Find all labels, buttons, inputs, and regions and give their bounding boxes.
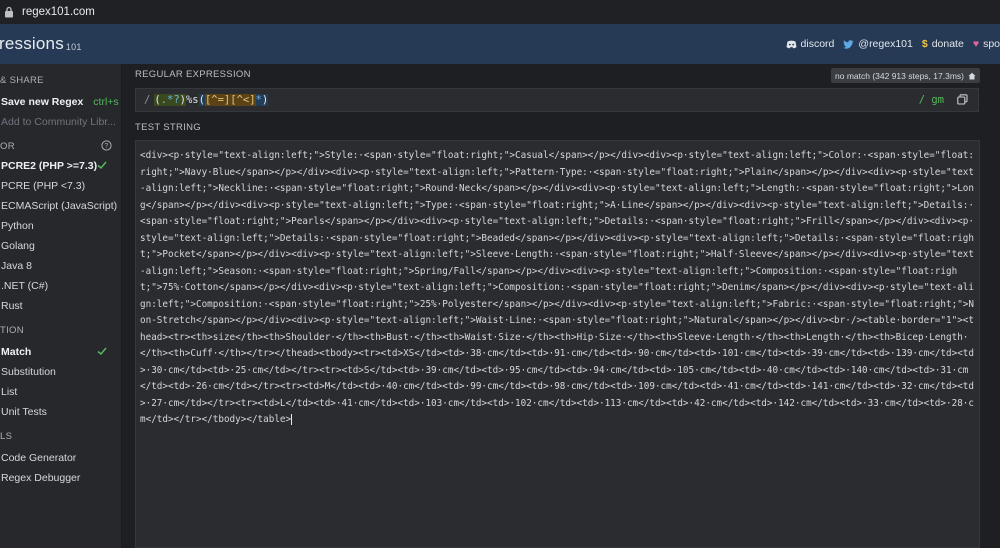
flavor-java[interactable]: Java 8	[0, 256, 121, 276]
discord-link[interactable]: discord	[786, 38, 834, 50]
regex-flags[interactable]: / gm	[919, 94, 944, 106]
flavor-golang[interactable]: Golang	[0, 236, 121, 256]
function-match[interactable]: Match	[0, 342, 121, 362]
help-icon[interactable]: ?	[101, 140, 112, 151]
home-icon[interactable]	[968, 72, 976, 80]
browser-url[interactable]: regex101.com	[22, 6, 95, 18]
flavor-pcre2[interactable]: PCRE2 (PHP >=7.3)	[0, 156, 121, 176]
check-icon	[97, 347, 107, 356]
main-panel: REGULAR EXPRESSION no match (342 913 ste…	[123, 64, 1000, 548]
sponsor-link[interactable]: ♥ spo	[973, 38, 1000, 50]
function-heading: TION	[0, 324, 24, 336]
regex-group-1: (.*?)	[154, 94, 186, 106]
regex-delimiter: /	[144, 94, 151, 106]
regex-literal: %s	[185, 94, 199, 106]
test-string-label: TEST STRING	[135, 122, 201, 133]
save-new-regex-button[interactable]: Save new Regex ctrl+s	[0, 92, 121, 112]
flavor-ecmascript[interactable]: ECMAScript (JavaScript)	[0, 196, 121, 216]
tools-heading: LS	[0, 430, 13, 442]
text-cursor	[291, 414, 293, 425]
svg-text:?: ?	[104, 143, 108, 150]
lock-icon	[5, 6, 13, 18]
sidebar: & SHARE Save new Regex ctrl+s Add to Comm…	[0, 64, 122, 548]
add-to-community-button: Add to Community Libr...	[1, 116, 116, 128]
app-header: ressions 101 discord @regex101 $ donate ♥…	[0, 24, 1000, 64]
dollar-icon: $	[921, 38, 928, 50]
flavor-rust[interactable]: Rust	[0, 296, 121, 316]
save-shortcut: ctrl+s	[93, 96, 119, 108]
check-icon	[97, 161, 107, 170]
discord-icon	[786, 40, 797, 48]
browser-url-bar[interactable]: regex101.com	[0, 0, 1000, 24]
test-string-editor[interactable]: <div><p·style="text-align:left;">Style:·…	[135, 140, 980, 548]
function-list[interactable]: List	[0, 382, 121, 402]
copy-icon[interactable]	[957, 94, 968, 105]
twitter-link[interactable]: @regex101	[843, 38, 913, 50]
header-links: discord @regex101 $ donate ♥ spo	[786, 24, 1000, 64]
function-substitution[interactable]: Substitution	[0, 362, 121, 382]
regex-input[interactable]: / (.*?) %s ([^=][^<]*) / gm	[135, 88, 979, 112]
flavor-python[interactable]: Python	[0, 216, 121, 236]
flavor-heading: OR ?	[0, 136, 121, 156]
flavor-pcre[interactable]: PCRE (PHP <7.3)	[0, 176, 121, 196]
function-unit-tests[interactable]: Unit Tests	[0, 402, 121, 422]
brand-logo[interactable]: ressions 101	[0, 34, 82, 54]
donate-link[interactable]: $ donate	[922, 38, 964, 50]
save-share-heading: & SHARE	[0, 74, 44, 86]
regex-label: REGULAR EXPRESSION	[135, 69, 251, 80]
twitter-icon	[843, 39, 854, 49]
flavor-dotnet[interactable]: .NET (C#)	[0, 276, 121, 296]
tool-code-generator[interactable]: Code Generator	[0, 448, 121, 468]
regex-group-2: ([^=][^<]*)	[198, 94, 269, 106]
match-status-badge: no match (342 913 steps, 17.3ms)	[831, 68, 980, 83]
test-string-content: <div><p·style="text-align:left;">Style:·…	[140, 150, 974, 425]
heart-icon: ♥	[972, 38, 980, 50]
tool-regex-debugger[interactable]: Regex Debugger	[0, 468, 121, 488]
